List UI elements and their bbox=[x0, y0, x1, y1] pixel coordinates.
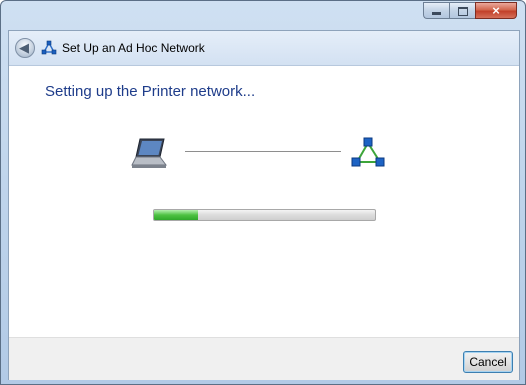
close-button[interactable]: × bbox=[475, 2, 517, 19]
network-icon bbox=[351, 137, 385, 167]
close-icon: × bbox=[492, 3, 500, 18]
minimize-icon bbox=[432, 12, 441, 15]
wizard-footer: Cancel bbox=[9, 337, 519, 380]
status-heading: Setting up the Printer network... bbox=[45, 83, 256, 100]
connection-line bbox=[185, 151, 341, 152]
laptop-icon bbox=[131, 138, 167, 168]
progress-fill bbox=[154, 210, 199, 220]
maximize-button[interactable] bbox=[449, 2, 475, 19]
wizard-window: × ◀ Set Up an Ad Hoc Network Setting up … bbox=[0, 0, 526, 385]
wizard-content: ◀ Set Up an Ad Hoc Network Setting up th… bbox=[8, 30, 520, 380]
progress-bar bbox=[153, 209, 376, 221]
back-button[interactable]: ◀ bbox=[15, 38, 35, 58]
wizard-title: Set Up an Ad Hoc Network bbox=[62, 41, 205, 55]
cancel-button[interactable]: Cancel bbox=[463, 351, 513, 373]
minimize-button[interactable] bbox=[423, 2, 449, 19]
maximize-icon bbox=[458, 7, 468, 16]
back-arrow-icon: ◀ bbox=[19, 40, 29, 55]
caption-buttons: × bbox=[423, 2, 517, 19]
wizard-header: ◀ Set Up an Ad Hoc Network bbox=[9, 31, 519, 66]
adhoc-network-icon bbox=[41, 40, 57, 55]
